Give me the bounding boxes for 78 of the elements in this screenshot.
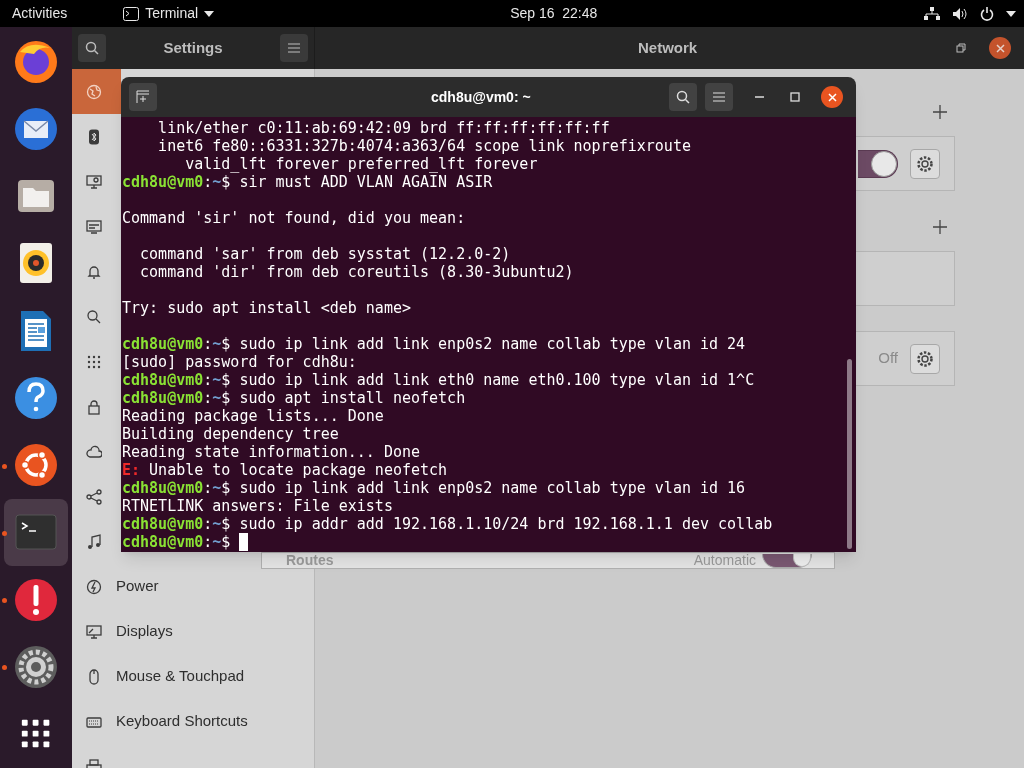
close-button[interactable] [989,37,1011,59]
terminal-line: Reading state information... Done [122,443,420,461]
terminal-line: cdh8u@vm0:~$ sudo ip addr add 192.168.1.10/24 brd 192.168.1.1 dev collab [122,515,773,533]
terminal-line: Building dependency tree [122,425,339,443]
volume-icon[interactable] [952,6,968,21]
display-icon [86,623,102,640]
sidebar-item[interactable]: Mouse & Touchpad [72,654,314,699]
caret-icon [204,10,215,17]
search-button[interactable] [669,83,697,111]
terminal-icon [123,6,140,21]
status-label: Off [878,348,898,369]
terminal-line: cdh8u@vm0:~$ [122,533,231,551]
caret-icon[interactable] [1006,10,1016,17]
bell-icon [86,263,102,280]
activities-button[interactable]: Activities [12,3,68,24]
bluetooth-icon [86,128,102,145]
restore-icon [956,43,966,53]
power-icon [86,578,102,595]
gear-icon [916,349,934,368]
settings-button[interactable] [910,343,940,374]
mouse-icon [86,668,102,685]
terminal-line: command 'dir' from deb coreutils (8.30-3ubuntu2) [139,263,574,281]
terminal-line: cdh8u@vm0:~$ sudo ip link add link enp0s2 name collab type vlan id 24 [122,335,746,353]
terminal-line: link/ether c0:11:ab:69:42:09 brd ff:ff:ff:ff:ff:ff [157,119,610,137]
settings-button[interactable] [910,148,940,179]
clock[interactable]: Sep 16 22:48 [510,3,598,24]
minimize-icon [754,96,764,98]
app-menu[interactable]: Terminal [123,3,215,24]
terminal-line: E: Unable to locate package neofetch [122,461,448,479]
gear-icon [916,154,934,173]
grid-icon [86,353,102,370]
sidebar-item[interactable]: Displays [72,609,314,654]
terminal-line: command 'sar' from deb sysstat (12.2.0-2) [139,245,511,263]
automatic-label: Automatic [693,552,756,568]
toggle-switch[interactable] [858,149,898,178]
terminal-line: Reading package lists... Done [122,407,384,425]
globe-icon [86,83,102,100]
new-tab-icon [136,90,150,104]
close-button[interactable] [821,86,843,108]
toggle-switch[interactable] [762,554,812,568]
monitor-icon [86,173,102,190]
new-tab-button[interactable] [129,83,157,111]
maximize-icon [790,92,800,102]
power-icon[interactable] [980,6,994,21]
sidebar-item[interactable]: Keyboard Shortcuts [72,699,314,744]
terminal-line: Try: sudo apt install <deb name> [122,299,411,317]
monitor-icon [86,218,102,235]
terminal-line: cdh8u@vm0:~$ sudo apt install neofetch [122,389,466,407]
terminal-line: inet6 fe80::6331:327b:4074:a363/64 scope link noprefixroute [157,137,691,155]
network-icon[interactable] [924,6,940,21]
search-icon [85,41,99,55]
add-icon[interactable] [933,220,947,234]
music-note-icon [86,533,102,550]
terminal-line: valid_lft forever preferred_lft forever [184,155,538,173]
menu-button[interactable] [280,34,308,62]
terminal-line: [sudo] password for cdh8u: [122,353,357,371]
search-icon [86,308,102,325]
terminal-line: RTNETLINK answers: File exists [122,497,393,515]
terminal-line: cdh8u@vm0:~$ sudo ip link add link enp0s2 name collab type vlan id 16 [122,479,746,497]
terminal-line: cdh8u@vm0:~$ sir must ADD VLAN AGAIN ASIR [122,173,493,191]
menu-button[interactable] [705,83,733,111]
scrollbar-thumb[interactable] [847,359,852,549]
settings-icon [12,643,60,691]
close-icon [827,92,837,102]
search-icon [676,90,690,104]
search-button[interactable] [78,34,106,62]
terminal-line: Command 'sir' not found, did you mean: [122,209,466,227]
lock-icon [86,398,102,415]
close-icon [995,43,1005,53]
settings-title: Settings [162,37,224,58]
share-icon [86,488,102,505]
cloud-icon [86,443,102,460]
window-title: cdh8u@vm0: ~ [431,87,531,107]
add-icon[interactable] [933,105,947,119]
terminal-line: cdh8u@vm0:~$ sudo ip link add link eth0 name eth0.100 type vlan id 1^C [122,371,755,389]
page-title: Network [638,37,698,58]
menu-icon [713,92,725,102]
menu-icon [288,43,300,53]
